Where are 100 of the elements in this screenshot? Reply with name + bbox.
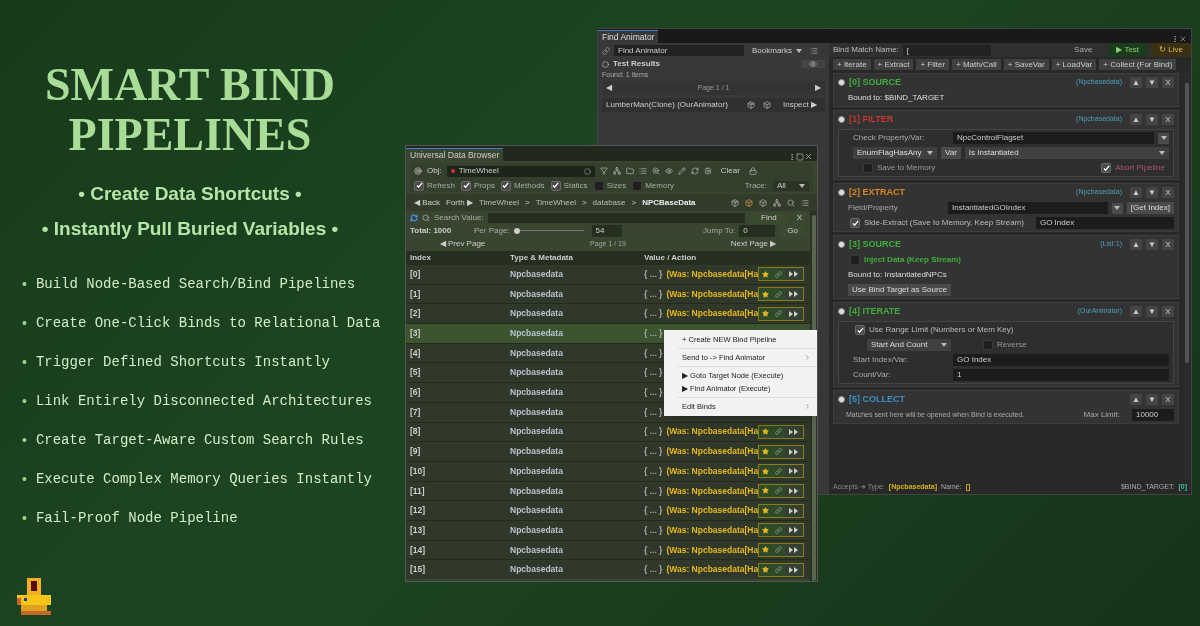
test-button[interactable]: ▶ Test — [1108, 43, 1148, 57]
list-icon[interactable] — [638, 167, 647, 175]
dropdown[interactable]: Is Instantiated — [964, 147, 1169, 159]
eye-icon[interactable] — [664, 167, 673, 175]
node-control-button[interactable]: ▼ — [1146, 394, 1158, 405]
add-node-button[interactable]: + LoadVar — [1051, 58, 1097, 70]
favorite-button[interactable] — [759, 268, 773, 281]
add-node-button[interactable]: + Math/Call — [952, 58, 1001, 70]
breadcrumb-link[interactable]: TimeWheel — [535, 196, 576, 209]
favorite-button[interactable] — [759, 504, 773, 517]
checkbox[interactable] — [593, 180, 604, 191]
clear-button[interactable]: Clear — [716, 165, 744, 177]
more-icon[interactable] — [1171, 35, 1179, 43]
add-node-button[interactable]: + SaveVar — [1003, 58, 1049, 70]
search-icon[interactable] — [787, 198, 795, 207]
node-control-button[interactable]: ▲ — [1130, 239, 1142, 250]
run-button[interactable] — [785, 465, 804, 478]
hierarchy-icon[interactable] — [773, 198, 781, 207]
node-control-button[interactable]: ▼ — [1146, 306, 1158, 317]
checkbox[interactable] — [850, 255, 860, 265]
add-node-button[interactable]: + Filter — [916, 58, 950, 70]
lock-icon[interactable] — [748, 167, 757, 175]
run-button[interactable] — [785, 484, 804, 497]
run-button[interactable] — [785, 543, 804, 556]
go-button[interactable]: Go — [779, 224, 806, 237]
target-icon[interactable] — [583, 167, 591, 175]
breadcrumb-link[interactable]: database — [592, 196, 626, 209]
folder-icon[interactable] — [625, 167, 634, 175]
visibility-button[interactable] — [801, 60, 825, 68]
result-row[interactable]: LumberMan(Clone) (OurAnimator) Inspect ▶ — [602, 98, 825, 112]
jump-field[interactable]: 0 — [739, 224, 776, 237]
table-row[interactable]: [2] Npcbasedata { ... } (Was: Npcbasedata[Ha — [406, 304, 810, 324]
favorite-button[interactable] — [759, 307, 773, 320]
run-button[interactable] — [785, 307, 804, 320]
zoom-icon[interactable] — [651, 167, 660, 175]
node-control-button[interactable]: X — [1162, 187, 1174, 198]
text-field[interactable]: GO Index — [953, 354, 1169, 366]
node-control-button[interactable]: ▼ — [1146, 239, 1158, 250]
checkbox[interactable] — [632, 180, 643, 191]
table-row[interactable]: [15] Npcbasedata { ... } (Was: Npcbasedata[Ha — [406, 560, 810, 579]
add-node-button[interactable]: + Collect (For Bind) — [1099, 58, 1177, 70]
text-field[interactable]: 1 — [953, 369, 1169, 381]
checkbox[interactable] — [500, 180, 511, 191]
refresh-icon[interactable] — [690, 167, 699, 175]
checkbox[interactable] — [414, 180, 424, 191]
clear-search-button[interactable]: X — [792, 211, 806, 224]
node-control-button[interactable]: ▼ — [1146, 77, 1158, 88]
window-tab[interactable]: Universal Data Browser — [406, 148, 504, 161]
dropdown[interactable]: EnumFlagHasAny — [853, 147, 937, 159]
table-row[interactable]: [9] Npcbasedata { ... } (Was: Npcbasedata[Ha — [406, 442, 810, 461]
node-control-button[interactable]: X — [1162, 239, 1174, 250]
per-page-field[interactable]: 54 — [591, 224, 622, 237]
trace-dropdown[interactable]: All — [773, 180, 809, 191]
favorite-button[interactable] — [759, 445, 773, 458]
node-control-button[interactable]: ▼ — [1146, 187, 1158, 198]
prev-page-button[interactable]: ◀ — [606, 82, 612, 94]
table-row[interactable]: [8] Npcbasedata { ... } (Was: Npcbasedata[Ha — [406, 422, 810, 442]
node-control-button[interactable]: X — [1162, 77, 1174, 88]
dropdown[interactable]: Start And Count — [867, 339, 951, 351]
find-button[interactable]: Find — [749, 211, 789, 224]
checkbox[interactable] — [983, 340, 993, 350]
text-field[interactable]: NpcControlFlagset — [953, 132, 1154, 144]
live-button[interactable]: ↻ Live — [1151, 43, 1191, 57]
table-row[interactable]: [11] Npcbasedata { ... } (Was: Npcbasedata[Ha — [406, 481, 810, 501]
add-node-button[interactable]: + Extract — [873, 58, 914, 70]
get-index-button[interactable]: [Get Index] — [1126, 202, 1174, 214]
node-control-button[interactable]: ▲ — [1130, 77, 1142, 88]
hierarchy-icon[interactable] — [612, 167, 621, 175]
bind-name-field[interactable]: [ — [902, 44, 991, 56]
var-button[interactable]: Var — [941, 147, 961, 159]
node-control-button[interactable]: ▲ — [1130, 187, 1142, 198]
run-button[interactable] — [785, 288, 804, 301]
node-control-button[interactable]: X — [1162, 394, 1174, 405]
box-icon[interactable] — [763, 101, 771, 109]
run-button[interactable] — [785, 425, 804, 438]
node-control-button[interactable]: X — [1162, 306, 1174, 317]
next-page-button[interactable]: Next Page ▶ — [701, 238, 806, 250]
window-tab[interactable]: Find Animator — [598, 30, 659, 43]
run-button[interactable] — [785, 268, 804, 281]
run-button[interactable] — [785, 563, 804, 576]
favorite-button[interactable] — [759, 465, 773, 478]
prev-page-button[interactable]: ◀ Prev Page — [410, 238, 515, 250]
source-button[interactable]: Use Bind Target as Source — [848, 284, 951, 296]
node-control-button[interactable]: ▼ — [1146, 114, 1158, 125]
per-page-slider[interactable] — [513, 226, 584, 235]
node-control-button[interactable]: ▲ — [1130, 394, 1142, 405]
refresh-icon[interactable] — [410, 213, 418, 222]
package-icon[interactable] — [731, 198, 739, 207]
text-field[interactable]: GO Index — [1035, 217, 1174, 229]
favorite-button[interactable] — [759, 484, 773, 497]
cube-icon[interactable] — [759, 198, 767, 207]
dropdown-button[interactable] — [1111, 202, 1123, 214]
object-icon[interactable] — [414, 167, 422, 175]
checkbox[interactable] — [863, 163, 873, 173]
table-row[interactable]: [10] Npcbasedata { ... } (Was: Npcbasedata[Ha — [406, 461, 810, 481]
box-icon[interactable] — [745, 198, 753, 207]
run-button[interactable] — [785, 504, 804, 517]
table-row[interactable]: [14] Npcbasedata { ... } (Was: Npcbasedata[Ha — [406, 540, 810, 560]
breadcrumb-link[interactable]: TimeWheel — [478, 196, 520, 209]
close-icon[interactable] — [804, 152, 813, 161]
